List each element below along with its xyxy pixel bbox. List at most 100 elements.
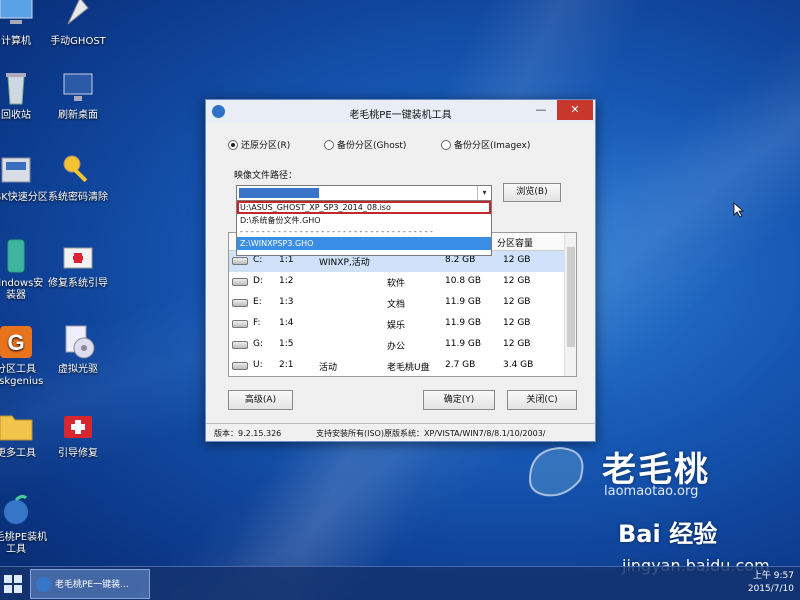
drive-icon	[232, 341, 248, 349]
cell-type: 活动	[319, 363, 338, 373]
desktop-icon-disk-partition[interactable]: DISK快速分区	[0, 150, 48, 204]
installer-icon	[0, 236, 36, 276]
table-row[interactable]: U: 2:1 活动 老毛桃U盘 2.7 GB 3.4 GB	[229, 356, 576, 377]
diskgenius-icon: G	[0, 322, 36, 362]
desktop-icon-password-clear[interactable]: 系统密码清除	[46, 150, 110, 204]
cell-partition: 1:1	[279, 255, 294, 265]
icon-label: Windows安装器	[0, 278, 44, 301]
cell-free: 10.8 GB	[445, 276, 482, 286]
icon-label: 刷新桌面	[58, 110, 98, 121]
cell-capacity: 12 GB	[503, 318, 531, 328]
cell-drive: F:	[253, 318, 261, 328]
desktop-icon-refresh-desktop[interactable]: 刷新桌面	[46, 68, 110, 122]
icon-label: 计算机	[1, 36, 31, 47]
dialog-titlebar: 老毛桃PE一键装机工具 — ✕	[206, 100, 595, 123]
close-window-button[interactable]: ✕	[557, 100, 593, 120]
image-path-dropdown-list: U:\ASUS_GHOST_XP_SP3_2014_08.iso D:\系统备份…	[236, 200, 492, 256]
windows-start-icon[interactable]	[4, 575, 22, 593]
table-scrollbar[interactable]	[564, 233, 576, 376]
desktop-icon-recycle-bin[interactable]: 回收站	[0, 68, 48, 122]
cell-capacity: 3.4 GB	[503, 360, 534, 370]
cell-partition: 1:5	[279, 339, 294, 349]
table-row[interactable]: E: 1:3 文档 11.9 GB 12 GB	[229, 293, 576, 314]
icon-label: DISK快速分区	[0, 192, 48, 203]
cell-partition: 1:4	[279, 318, 294, 328]
icon-label: 虚拟光驱	[58, 364, 98, 375]
drive-icon	[232, 257, 248, 265]
cell-label: 娱乐	[387, 321, 406, 331]
cell-partition: 2:1	[279, 360, 294, 370]
ghost-icon	[58, 0, 98, 34]
icon-label: 回收站	[1, 110, 31, 121]
cell-capacity: 12 GB	[503, 297, 531, 307]
radio-indicator	[228, 139, 238, 150]
cell-drive: U:	[253, 360, 263, 370]
usb-drive-icon	[232, 362, 248, 370]
icon-label: 更多工具	[0, 448, 36, 459]
minimize-button[interactable]: —	[527, 100, 555, 120]
status-bar: 版本：9.2.15.326 支持安装所有(ISO)原版系统：XP/VISTA/W…	[206, 423, 595, 441]
desktop-icon-windows-installer[interactable]: Windows安装器	[0, 236, 48, 302]
icon-label: 系统密码清除	[48, 192, 108, 203]
column-header-capacity: 分区容量	[497, 239, 534, 249]
image-path-combobox[interactable]: ▾	[236, 185, 492, 201]
combo-selection	[239, 188, 319, 198]
cell-label: 办公	[387, 342, 406, 352]
svg-text:G: G	[7, 330, 24, 355]
icon-label: 引导修复	[58, 448, 98, 459]
cell-label: 文档	[387, 300, 406, 310]
desktop-icon-repair-boot[interactable]: 修复系统引导	[46, 236, 110, 290]
peach-logo-icon	[528, 446, 584, 497]
dropdown-item-gho-backup[interactable]: D:\系统备份文件.GHO	[237, 214, 491, 227]
cell-drive: E:	[253, 297, 262, 307]
cell-drive: G:	[253, 339, 264, 349]
cell-type: WINXP,活动	[319, 258, 370, 268]
table-row[interactable]: F: 1:4 娱乐 11.9 GB 12 GB	[229, 314, 576, 335]
key-icon	[58, 150, 98, 190]
recycle-bin-icon	[0, 68, 36, 108]
computer-icon	[0, 0, 36, 34]
scrollbar-thumb[interactable]	[567, 247, 575, 347]
cell-capacity: 12 GB	[503, 276, 531, 286]
desktop-icon-computer[interactable]: 计算机	[0, 0, 48, 48]
table-row[interactable]: G: 1:5 办公 11.9 GB 12 GB	[229, 335, 576, 356]
mouse-cursor-icon	[733, 202, 745, 222]
drive-icon	[232, 278, 248, 286]
cell-capacity: 12 GB	[503, 339, 531, 349]
cell-drive: C:	[253, 255, 263, 265]
cell-label: 老毛桃U盘	[387, 363, 430, 373]
desktop-icon-pe-installer[interactable]: 老毛桃PE装机工具	[0, 490, 48, 556]
monitor-icon	[58, 68, 98, 108]
desktop-icon-virtual-drive[interactable]: 虚拟光驱	[46, 322, 110, 376]
radio-backup-ghost[interactable]: 备份分区(Ghost)	[324, 138, 406, 151]
cell-free: 2.7 GB	[445, 360, 476, 370]
advanced-button[interactable]: 高级(A)	[228, 390, 293, 410]
cell-free: 8.2 GB	[445, 255, 476, 265]
cell-free: 11.9 GB	[445, 297, 482, 307]
cd-drive-icon	[58, 322, 98, 362]
cell-free: 11.9 GB	[445, 339, 482, 349]
peach-icon	[36, 577, 51, 592]
dropdown-item-iso[interactable]: U:\ASUS_GHOST_XP_SP3_2014_08.iso	[237, 201, 491, 214]
system-clock[interactable]: 上午 9:57 2015/7/10	[748, 570, 794, 596]
desktop-icon-more-tools[interactable]: 更多工具	[0, 406, 48, 460]
desktop-icon-diskgenius[interactable]: G 分区工具Diskgenius	[0, 322, 48, 388]
chevron-down-icon[interactable]: ▾	[477, 186, 491, 200]
cell-label: 软件	[387, 279, 406, 289]
icon-label: 手动GHOST	[50, 36, 106, 47]
close-button[interactable]: 关闭(C)	[507, 390, 577, 410]
desktop-icon-boot-repair[interactable]: 引导修复	[46, 406, 110, 460]
radio-backup-imagex[interactable]: 备份分区(Imagex)	[441, 138, 530, 151]
image-path-label: 映像文件路径：	[234, 171, 298, 181]
pe-installer-dialog: 老毛桃PE一键装机工具 — ✕ 还原分区(R) 备份分区(Ghost) 备份分区…	[205, 99, 596, 442]
table-row[interactable]: D: 1:2 软件 10.8 GB 12 GB	[229, 272, 576, 293]
ok-button[interactable]: 确定(Y)	[423, 390, 495, 410]
support-text: 支持安装所有(ISO)原版系统：XP/VISTA/WIN7/8/8.1/10/2…	[316, 429, 546, 438]
desktop-icon-manual-ghost[interactable]: 手动GHOST	[46, 0, 110, 48]
dropdown-item-winxp-gho[interactable]: Z:\WINXPSP3.GHO	[237, 237, 491, 250]
browse-button[interactable]: 浏览(B)	[503, 183, 561, 202]
radio-restore[interactable]: 还原分区(R)	[228, 138, 290, 151]
radio-label: 备份分区(Ghost)	[337, 141, 407, 151]
taskbar-item-pe-installer[interactable]: 老毛桃PE一键装...	[30, 569, 150, 599]
radio-indicator	[324, 139, 334, 150]
